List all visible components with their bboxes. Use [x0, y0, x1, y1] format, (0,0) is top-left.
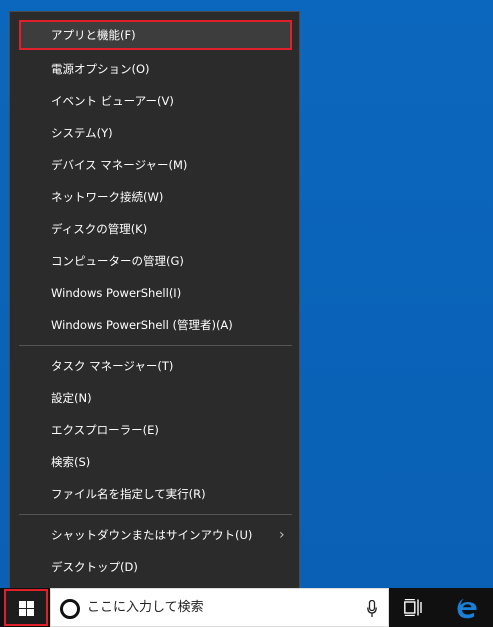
menu-item-device-manager[interactable]: デバイス マネージャー(M) — [10, 150, 299, 180]
menu-item-powershell-admin[interactable]: Windows PowerShell (管理者)(A) — [10, 310, 299, 340]
menu-item-task-manager[interactable]: タスク マネージャー(T) — [10, 351, 299, 381]
menu-item-search[interactable]: 検索(S) — [10, 447, 299, 477]
microphone-icon[interactable] — [367, 600, 377, 618]
chevron-right-icon: › — [279, 527, 285, 543]
menu-item-network-connections[interactable]: ネットワーク接続(W) — [10, 182, 299, 212]
menu-item-disk-management[interactable]: ディスクの管理(K) — [10, 214, 299, 244]
menu-item-shutdown-signout[interactable]: シャットダウンまたはサインアウト(U) › — [10, 520, 299, 550]
menu-separator — [19, 345, 292, 346]
menu-item-computer-management[interactable]: コンピューターの管理(G) — [10, 246, 299, 276]
menu-item-explorer[interactable]: エクスプローラー(E) — [10, 415, 299, 445]
menu-separator — [19, 514, 292, 515]
menu-item-powershell[interactable]: Windows PowerShell(I) — [10, 278, 299, 308]
menu-item-system[interactable]: システム(Y) — [10, 118, 299, 148]
menu-item-power-options[interactable]: 電源オプション(O) — [10, 54, 299, 84]
menu-item-shutdown-label: シャットダウンまたはサインアウト(U) — [51, 528, 253, 542]
cortana-icon — [60, 599, 80, 619]
taskbar: ここに入力して検索 — [0, 588, 493, 627]
search-input[interactable]: ここに入力して検索 — [50, 588, 389, 627]
menu-item-event-viewer[interactable]: イベント ビューアー(V) — [10, 86, 299, 116]
menu-item-settings[interactable]: 設定(N) — [10, 383, 299, 413]
edge-icon[interactable] — [456, 597, 478, 619]
menu-item-desktop[interactable]: デスクトップ(D) — [10, 552, 299, 582]
menu-item-apps-and-features[interactable]: アプリと機能(F) — [19, 20, 292, 50]
menu-item-run[interactable]: ファイル名を指定して実行(R) — [10, 479, 299, 509]
task-view-icon[interactable] — [404, 599, 424, 616]
start-button[interactable] — [4, 589, 48, 626]
windows-logo-icon — [19, 601, 35, 616]
search-placeholder: ここに入力して検索 — [87, 600, 204, 615]
power-user-menu: アプリと機能(F) 電源オプション(O) イベント ビューアー(V) システム(… — [9, 11, 300, 592]
